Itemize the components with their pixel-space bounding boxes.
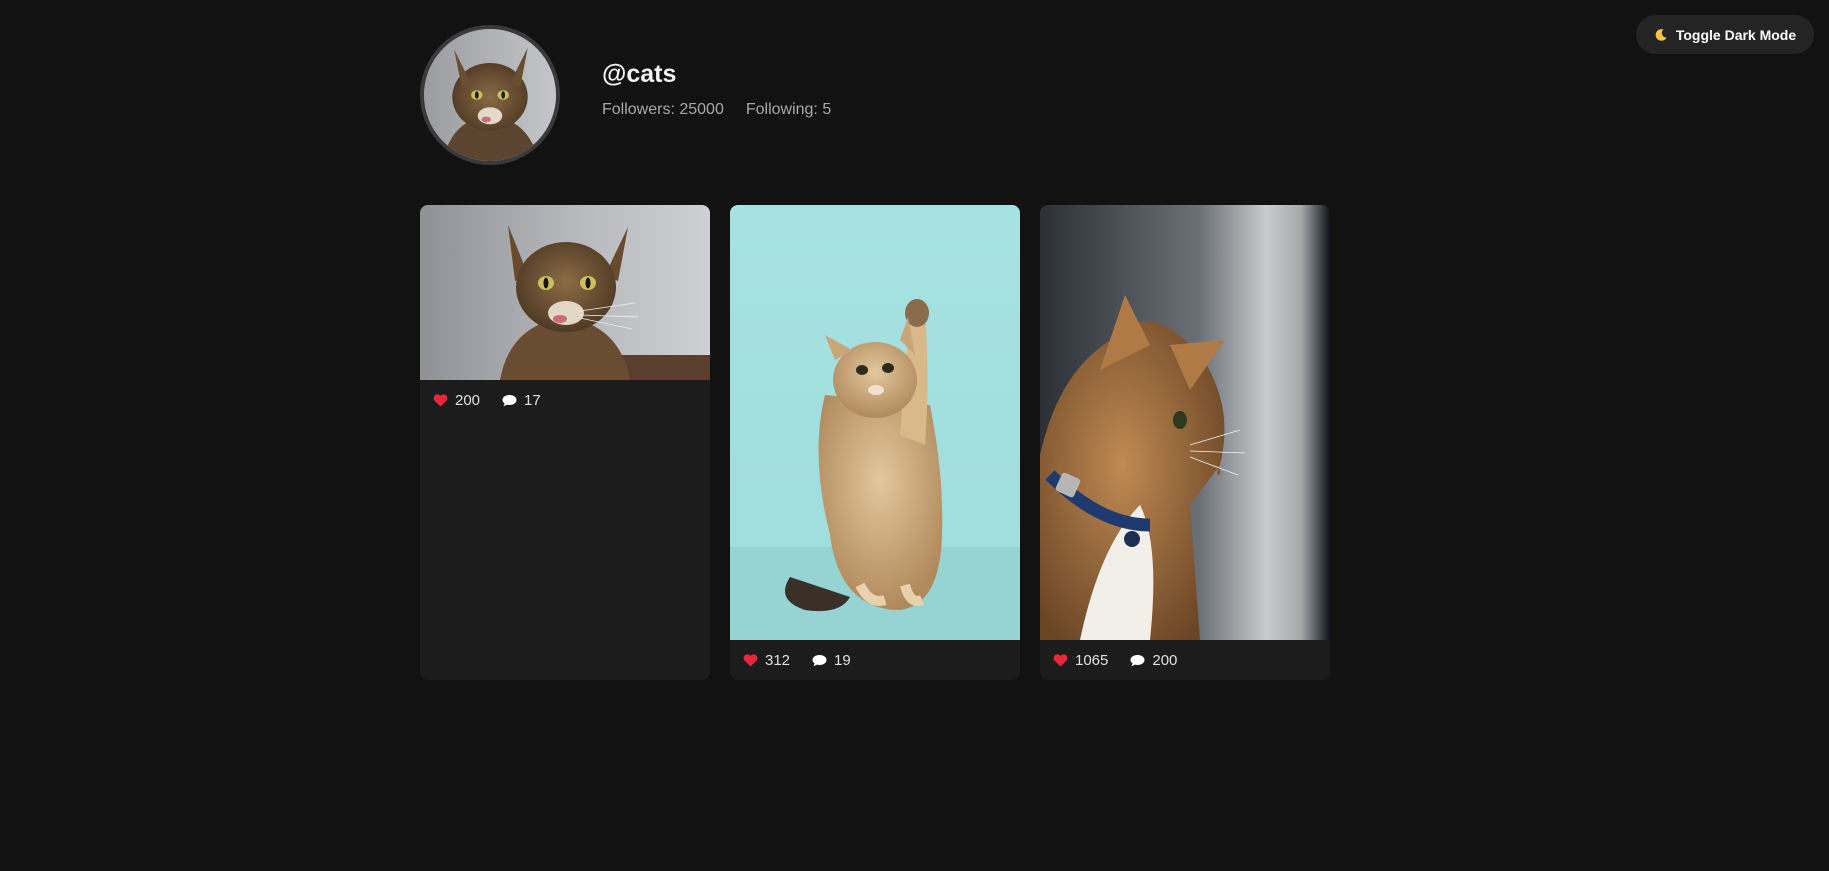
comment-icon [1130, 654, 1145, 666]
comment-icon [502, 394, 517, 406]
post-meta: 200 17 [420, 380, 710, 420]
comment-count[interactable]: 200 [1130, 652, 1177, 669]
like-count[interactable]: 1065 [1053, 652, 1108, 669]
post-image-tabby-cat[interactable] [420, 205, 710, 380]
toggle-dark-mode-label: Toggle Dark Mode [1675, 26, 1797, 43]
like-count-value: 312 [765, 651, 791, 669]
post-image-kitten[interactable] [730, 205, 1020, 640]
post-card[interactable]: 200 17 [420, 205, 710, 680]
posts-grid: 200 17 312 19 1065 200 [420, 205, 1330, 680]
post-card[interactable]: 1065 200 [1040, 205, 1330, 680]
post-card[interactable]: 312 19 [730, 205, 1020, 680]
heart-icon [433, 393, 448, 406]
toggle-dark-mode-button[interactable]: Toggle Dark Mode [1636, 15, 1814, 54]
heart-icon [743, 653, 758, 666]
heart-icon [1053, 653, 1068, 666]
comment-icon [812, 654, 827, 666]
comment-count-value: 19 [834, 651, 851, 669]
profile-header: @cats Followers: 25000 Following: 5 [420, 25, 831, 165]
comment-count-value: 17 [524, 391, 541, 409]
comment-count[interactable]: 19 [812, 652, 851, 669]
post-meta: 1065 200 [1040, 640, 1330, 680]
avatar[interactable] [420, 25, 560, 165]
comment-count[interactable]: 17 [502, 392, 541, 409]
like-count-value: 1065 [1075, 651, 1109, 669]
profile-info: @cats Followers: 25000 Following: 5 [602, 60, 831, 119]
like-count[interactable]: 200 [433, 392, 480, 409]
profile-page: Toggle Dark Mode @cats Followers: 25000 … [0, 0, 1829, 871]
like-count[interactable]: 312 [743, 652, 790, 669]
followers-count[interactable]: Followers: 25000 [602, 101, 724, 119]
username: @cats [602, 59, 677, 88]
post-image-ginger-cat[interactable] [1040, 205, 1330, 640]
like-count-value: 200 [455, 391, 481, 409]
profile-stats: Followers: 25000 Following: 5 [602, 101, 831, 119]
moon-icon [1654, 28, 1668, 42]
comment-count-value: 200 [1152, 651, 1178, 669]
post-meta: 312 19 [730, 640, 1020, 680]
following-count[interactable]: Following: 5 [746, 101, 831, 119]
